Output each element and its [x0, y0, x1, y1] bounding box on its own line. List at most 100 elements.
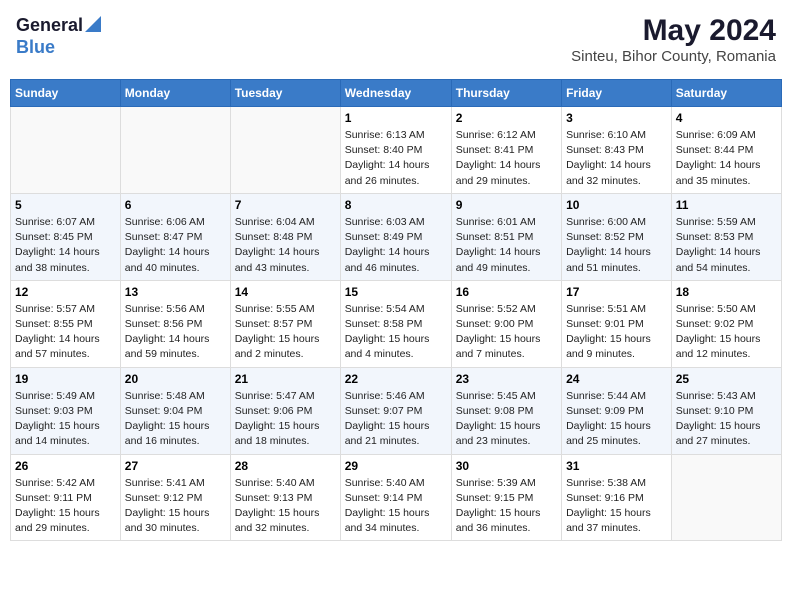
day-info: Sunrise: 5:41 AMSunset: 9:12 PMDaylight:… — [125, 476, 226, 537]
day-info: Sunrise: 5:59 AMSunset: 8:53 PMDaylight:… — [676, 215, 777, 276]
day-info: Sunrise: 5:57 AMSunset: 8:55 PMDaylight:… — [15, 302, 116, 363]
day-info: Sunrise: 5:54 AMSunset: 8:58 PMDaylight:… — [345, 302, 447, 363]
header-day-saturday: Saturday — [671, 80, 781, 107]
calendar-cell — [11, 107, 121, 194]
header-day-wednesday: Wednesday — [340, 80, 451, 107]
calendar-cell — [671, 454, 781, 541]
day-number: 26 — [15, 459, 116, 473]
day-number: 12 — [15, 285, 116, 299]
day-info: Sunrise: 6:12 AMSunset: 8:41 PMDaylight:… — [456, 128, 557, 189]
day-number: 28 — [235, 459, 336, 473]
day-info: Sunrise: 5:43 AMSunset: 9:10 PMDaylight:… — [676, 389, 777, 450]
header-day-sunday: Sunday — [11, 80, 121, 107]
calendar-cell: 14 Sunrise: 5:55 AMSunset: 8:57 PMDayligh… — [230, 280, 340, 367]
calendar-cell — [230, 107, 340, 194]
day-info: Sunrise: 5:39 AMSunset: 9:15 PMDaylight:… — [456, 476, 557, 537]
header-day-friday: Friday — [562, 80, 672, 107]
location-subtitle: Sinteu, Bihor County, Romania — [571, 48, 776, 65]
day-info: Sunrise: 6:06 AMSunset: 8:47 PMDaylight:… — [125, 215, 226, 276]
day-number: 10 — [566, 198, 667, 212]
calendar-week-3: 12 Sunrise: 5:57 AMSunset: 8:55 PMDayligh… — [11, 280, 782, 367]
day-number: 25 — [676, 372, 777, 386]
header-day-tuesday: Tuesday — [230, 80, 340, 107]
day-info: Sunrise: 6:10 AMSunset: 8:43 PMDaylight:… — [566, 128, 667, 189]
logo-triangle-icon — [85, 16, 101, 37]
calendar-cell: 29 Sunrise: 5:40 AMSunset: 9:14 PMDayligh… — [340, 454, 451, 541]
day-number: 5 — [15, 198, 116, 212]
day-info: Sunrise: 5:44 AMSunset: 9:09 PMDaylight:… — [566, 389, 667, 450]
day-info: Sunrise: 6:13 AMSunset: 8:40 PMDaylight:… — [345, 128, 447, 189]
calendar-week-1: 1 Sunrise: 6:13 AMSunset: 8:40 PMDaylight… — [11, 107, 782, 194]
day-info: Sunrise: 5:52 AMSunset: 9:00 PMDaylight:… — [456, 302, 557, 363]
day-info: Sunrise: 5:55 AMSunset: 8:57 PMDaylight:… — [235, 302, 336, 363]
logo-general-text: General — [16, 15, 83, 36]
calendar-cell: 8 Sunrise: 6:03 AMSunset: 8:49 PMDaylight… — [340, 193, 451, 280]
day-number: 16 — [456, 285, 557, 299]
day-number: 22 — [345, 372, 447, 386]
calendar-cell: 28Sunrise: 5:40 AMSunset: 9:13 PMDayligh… — [230, 454, 340, 541]
calendar-cell: 18 Sunrise: 5:50 AMSunset: 9:02 PMDayligh… — [671, 280, 781, 367]
calendar-cell: 13Sunrise: 5:56 AMSunset: 8:56 PMDayligh… — [120, 280, 230, 367]
day-info: Sunrise: 5:42 AMSunset: 9:11 PMDaylight:… — [15, 476, 116, 537]
title-section: May 2024 Sinteu, Bihor County, Romania — [571, 14, 776, 65]
day-number: 3 — [566, 111, 667, 125]
day-number: 19 — [15, 372, 116, 386]
day-info: Sunrise: 5:40 AMSunset: 9:14 PMDaylight:… — [345, 476, 447, 537]
calendar-cell: 11Sunrise: 5:59 AMSunset: 8:53 PMDayligh… — [671, 193, 781, 280]
calendar-table: SundayMondayTuesdayWednesdayThursdayFrid… — [10, 79, 782, 541]
day-info: Sunrise: 6:07 AMSunset: 8:45 PMDaylight:… — [15, 215, 116, 276]
day-number: 30 — [456, 459, 557, 473]
calendar-cell: 19 Sunrise: 5:49 AMSunset: 9:03 PMDayligh… — [11, 367, 121, 454]
calendar-cell: 1 Sunrise: 6:13 AMSunset: 8:40 PMDaylight… — [340, 107, 451, 194]
logo-blue-text: Blue — [16, 37, 55, 57]
calendar-cell — [120, 107, 230, 194]
calendar-cell: 6 Sunrise: 6:06 AMSunset: 8:47 PMDaylight… — [120, 193, 230, 280]
day-info: Sunrise: 5:51 AMSunset: 9:01 PMDaylight:… — [566, 302, 667, 363]
day-info: Sunrise: 5:48 AMSunset: 9:04 PMDaylight:… — [125, 389, 226, 450]
day-info: Sunrise: 6:03 AMSunset: 8:49 PMDaylight:… — [345, 215, 447, 276]
calendar-cell: 4Sunrise: 6:09 AMSunset: 8:44 PMDaylight… — [671, 107, 781, 194]
day-info: Sunrise: 5:46 AMSunset: 9:07 PMDaylight:… — [345, 389, 447, 450]
calendar-cell: 27 Sunrise: 5:41 AMSunset: 9:12 PMDayligh… — [120, 454, 230, 541]
day-number: 8 — [345, 198, 447, 212]
day-info: Sunrise: 5:47 AMSunset: 9:06 PMDaylight:… — [235, 389, 336, 450]
day-number: 2 — [456, 111, 557, 125]
calendar-cell: 10Sunrise: 6:00 AMSunset: 8:52 PMDayligh… — [562, 193, 672, 280]
day-info: Sunrise: 6:04 AMSunset: 8:48 PMDaylight:… — [235, 215, 336, 276]
day-number: 27 — [125, 459, 226, 473]
calendar-cell: 21 Sunrise: 5:47 AMSunset: 9:06 PMDayligh… — [230, 367, 340, 454]
day-number: 6 — [125, 198, 226, 212]
day-number: 20 — [125, 372, 226, 386]
calendar-cell: 17 Sunrise: 5:51 AMSunset: 9:01 PMDayligh… — [562, 280, 672, 367]
header-day-monday: Monday — [120, 80, 230, 107]
calendar-cell: 9 Sunrise: 6:01 AMSunset: 8:51 PMDaylight… — [451, 193, 561, 280]
header-row: SundayMondayTuesdayWednesdayThursdayFrid… — [11, 80, 782, 107]
logo: General Blue — [16, 14, 101, 58]
day-number: 9 — [456, 198, 557, 212]
day-number: 4 — [676, 111, 777, 125]
day-number: 1 — [345, 111, 447, 125]
calendar-header: SundayMondayTuesdayWednesdayThursdayFrid… — [11, 80, 782, 107]
day-info: Sunrise: 5:45 AMSunset: 9:08 PMDaylight:… — [456, 389, 557, 450]
page-header: General Blue May 2024 Sinteu, Bihor Coun… — [10, 10, 782, 69]
day-number: 14 — [235, 285, 336, 299]
day-info: Sunrise: 5:50 AMSunset: 9:02 PMDaylight:… — [676, 302, 777, 363]
calendar-cell: 2 Sunrise: 6:12 AMSunset: 8:41 PMDaylight… — [451, 107, 561, 194]
day-number: 17 — [566, 285, 667, 299]
calendar-cell: 23Sunrise: 5:45 AMSunset: 9:08 PMDayligh… — [451, 367, 561, 454]
calendar-cell: 25 Sunrise: 5:43 AMSunset: 9:10 PMDayligh… — [671, 367, 781, 454]
day-info: Sunrise: 6:01 AMSunset: 8:51 PMDaylight:… — [456, 215, 557, 276]
day-info: Sunrise: 5:49 AMSunset: 9:03 PMDaylight:… — [15, 389, 116, 450]
day-info: Sunrise: 5:38 AMSunset: 9:16 PMDaylight:… — [566, 476, 667, 537]
day-number: 29 — [345, 459, 447, 473]
day-number: 18 — [676, 285, 777, 299]
calendar-cell: 30 Sunrise: 5:39 AMSunset: 9:15 PMDayligh… — [451, 454, 561, 541]
month-year-title: May 2024 — [571, 14, 776, 48]
calendar-week-2: 5 Sunrise: 6:07 AMSunset: 8:45 PMDaylight… — [11, 193, 782, 280]
calendar-cell: 24Sunrise: 5:44 AMSunset: 9:09 PMDayligh… — [562, 367, 672, 454]
day-number: 21 — [235, 372, 336, 386]
calendar-cell: 5 Sunrise: 6:07 AMSunset: 8:45 PMDaylight… — [11, 193, 121, 280]
calendar-cell: 26 Sunrise: 5:42 AMSunset: 9:11 PMDayligh… — [11, 454, 121, 541]
calendar-cell: 20 Sunrise: 5:48 AMSunset: 9:04 PMDayligh… — [120, 367, 230, 454]
calendar-cell: 22 Sunrise: 5:46 AMSunset: 9:07 PMDayligh… — [340, 367, 451, 454]
